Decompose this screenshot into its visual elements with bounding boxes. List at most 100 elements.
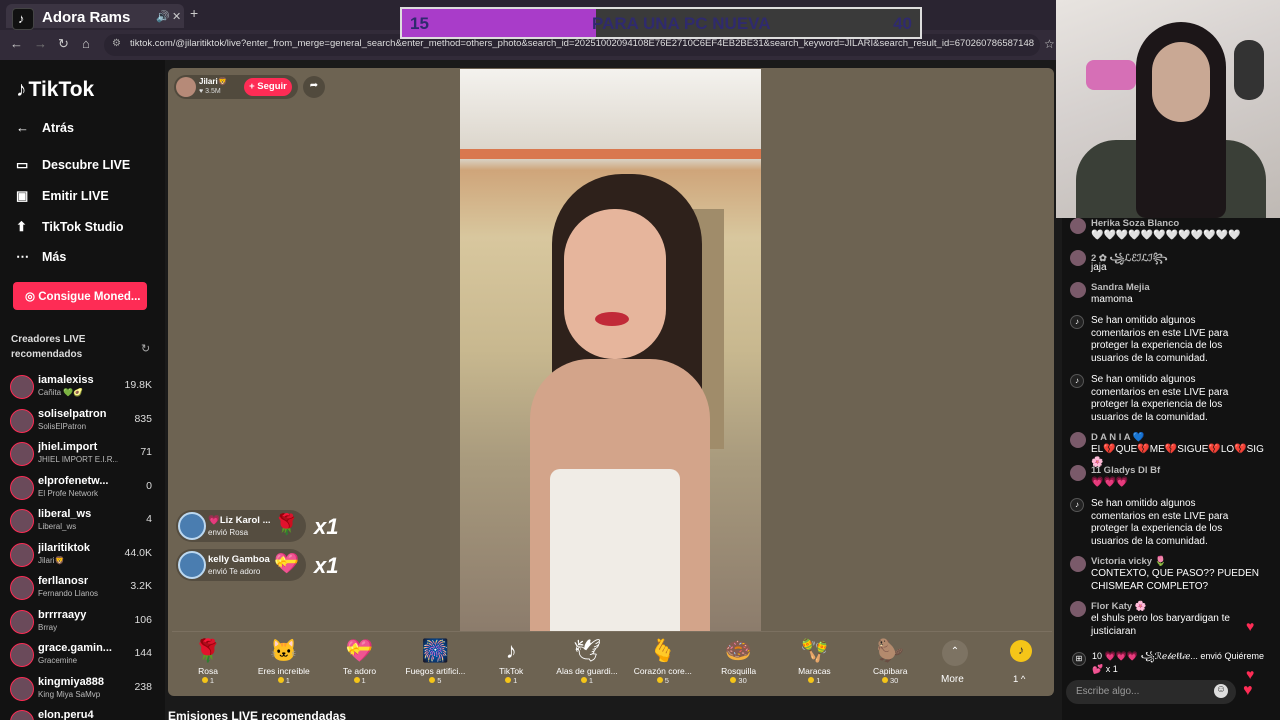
close-icon[interactable]: ✕ [172,10,181,23]
gift-item[interactable]: 🫰 Corazón core... 5 [627,638,699,685]
avatar[interactable] [10,643,34,667]
creator-item[interactable]: iamalexiss Cañita 💚🥑 19.8K [10,373,152,403]
creator-item[interactable]: jilaritiktok Jilari🦁 44.0K [10,541,152,571]
gift-item[interactable]: 🪇 Maracas 1 [778,638,850,685]
avatar[interactable] [10,509,34,533]
chevron-up-icon[interactable]: ⌃ [942,640,968,666]
creator-item[interactable]: elprofenetw... El Profe Network 0 [10,474,152,504]
chat-username[interactable]: Flor Katy 🌸 [1091,601,1147,612]
avatar[interactable] [10,676,34,701]
creator-name: jhiel.import [38,441,98,453]
creator-item[interactable]: grace.gamin... Gracemine 144 [10,641,152,671]
avatar[interactable] [1070,250,1086,266]
gift-notification: kelly Gamboa envió Te adoro 💝 [176,549,306,581]
chat-text: el shuls pero los baryardigan te justici… [1091,613,1230,637]
chat-username[interactable]: 11 Gladys Dl Bf [1091,465,1160,476]
chat-input[interactable]: Escribe algo... ☺ [1066,680,1236,704]
sidebar-item-go-live[interactable]: ▣ Emitir LIVE [16,188,109,204]
host-avatar[interactable] [176,77,196,97]
gift-item[interactable]: 🦫 Capibara 30 [854,638,926,685]
gift-item[interactable]: 🎆 Fuegos artifici... 5 [399,638,471,685]
creator-viewer-count: 106 [134,613,152,626]
avatar[interactable] [10,475,34,500]
sidebar-item-back[interactable]: ← Atrás [16,120,74,135]
sidebar-item-studio[interactable]: ⬆ TikTok Studio [16,219,123,235]
creator-item[interactable]: elon.peru4 [10,708,152,720]
new-tab-icon[interactable]: + [190,5,198,21]
gift-item[interactable]: 🕊 Alas de guardi... 1 [551,638,623,685]
avatar[interactable] [10,408,34,433]
creator-item[interactable]: brrrraayy Brray 106 [10,608,152,638]
gift-ticker-text: 10 💗💗💗 ꧁ℛℯ𝒷ℯℓℓ𝒾ℯ... envió Quiéreme 💕 x 1 [1092,651,1264,674]
gift-item[interactable]: 🐱 Eres increíble 1 [248,638,320,685]
tiktok-favicon-icon [12,8,34,30]
creator-item[interactable]: liberal_ws Liberal_ws 4 [10,507,152,537]
sidebar-item-label: TikTok Studio [42,220,124,234]
avatar[interactable] [1070,432,1086,448]
forward-arrow-icon[interactable]: → [34,36,47,51]
coin-icon[interactable]: ♪ [1010,640,1032,662]
avatar[interactable] [1070,601,1086,617]
gift-item[interactable]: 🌹 Rosa 1 [172,638,244,685]
creator-viewer-count: 4 [146,513,152,525]
home-icon[interactable]: ⌂ [82,36,90,51]
gift-item[interactable]: 💝 Te adoro 1 [324,638,396,685]
avatar[interactable] [1070,218,1086,234]
site-info-icon[interactable]: ⚙ [112,38,121,49]
follow-button[interactable]: + Seguir [244,78,292,96]
creator-name: liberal_ws [38,508,92,520]
creator-item[interactable]: ferllanosr Fernando Llanos 3.2K [10,574,152,604]
goal-progress-fill [402,9,597,37]
creator-viewer-count: 19.8K [124,379,152,391]
share-icon[interactable]: ➦ [303,76,325,98]
coin-balance[interactable]: 1 ^ [1013,674,1025,685]
creator-item[interactable]: soliselpatron SolisElPatron 835 [10,407,152,437]
gift-item[interactable]: 🍩 Rosquilla 30 [703,638,775,685]
avatar[interactable] [1070,556,1086,572]
more-gifts-button[interactable]: More [941,674,964,685]
avatar[interactable] [10,710,34,720]
avatar[interactable] [10,576,34,600]
chat-username[interactable]: Victoria vicky 🌷 [1091,556,1167,567]
avatar[interactable] [1070,465,1086,481]
get-coins-button[interactable]: ◎ Consigue Moned... [13,282,147,310]
gift-item[interactable]: ♪ TikTok 1 [475,638,547,685]
gift-action: envió Te adoro [208,567,261,576]
sidebar-item-more[interactable]: ⋯ Más [16,249,66,265]
avatar[interactable] [10,609,34,634]
system-message-text: Se han omitido algunos comentarios en es… [1091,498,1229,547]
refresh-icon[interactable]: ↻ [141,342,150,355]
creator-viewer-count: 144 [134,647,152,659]
chat-username[interactable]: Sandra Mejia [1091,282,1150,293]
host-likes: ♥ 3.5M [199,88,221,95]
avatar[interactable] [1070,282,1086,298]
tiktok-logo[interactable]: ♪TikTok [16,78,96,102]
sidebar-item-discover-live[interactable]: ▭ Descubre LIVE [16,157,130,173]
upload-icon: ⬆ [16,219,27,234]
browser-tab[interactable]: Adora Rams 🔊 ✕ [6,4,184,30]
url-text: tiktok.com/@jilaritiktok/live?enter_from… [130,38,1034,49]
speaker-icon[interactable]: 🔊 [156,10,170,23]
bookmark-star-icon[interactable]: ☆ [1044,37,1055,51]
chat-username[interactable]: Herika Soza Blanco [1091,218,1179,229]
avatar[interactable] [10,542,34,567]
creator-nickname: El Profe Network [38,488,99,498]
host-info[interactable]: Jilari🦁 ♥ 3.5M + Seguir [174,75,298,99]
gift-name: TikTok [499,666,524,676]
back-arrow-icon[interactable]: ← [10,36,23,51]
reload-icon[interactable]: ↻ [58,36,69,52]
gift-price: 1 [475,676,547,685]
live-video[interactable] [460,69,761,631]
chat-username[interactable]: D A N I A 💙 [1091,432,1145,443]
emoji-icon[interactable]: ☺ [1214,684,1228,698]
creator-nickname: Liberal_ws [38,522,77,531]
gift-price: 5 [399,676,471,685]
avatar[interactable] [10,442,34,466]
like-heart-button[interactable]: ♥ [1243,682,1263,702]
avatar[interactable] [10,375,34,399]
creator-item[interactable]: jhiel.import JHIEL IMPORT E.I.R... 71 [10,440,152,470]
chat-text: 💗💗💗 [1091,477,1129,488]
creator-item[interactable]: kingmiya888 King Miya SaMvp 238 [10,675,152,705]
gift-bar: 🌹 Rosa 1 🐱 Eres increíble 1 💝 Te adoro 1 🎆 Fuegos … [172,631,1052,695]
webcam-pink-object [1086,60,1136,90]
